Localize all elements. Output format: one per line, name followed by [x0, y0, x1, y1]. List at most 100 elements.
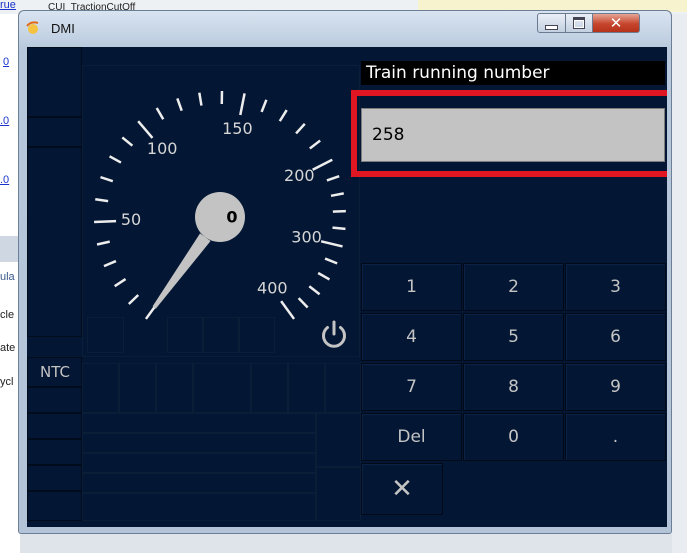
- speed-tick: [330, 192, 345, 198]
- train-running-number-label: Train running number: [361, 61, 665, 85]
- dmi-area-a1: [27, 47, 82, 117]
- speed-tick: [114, 277, 127, 288]
- speed-tick: [100, 175, 114, 183]
- keypad-key-0[interactable]: 0: [463, 413, 564, 461]
- keypad-key-8[interactable]: 8: [463, 363, 564, 411]
- maximize-icon: [573, 17, 585, 29]
- dmi-area-c2: [82, 363, 119, 413]
- keypad-key-dot[interactable]: .: [565, 413, 666, 461]
- speed-tick: [260, 99, 268, 113]
- keypad-key-2[interactable]: 2: [463, 263, 564, 311]
- background-link[interactable]: 0: [3, 56, 9, 68]
- text-message-row-1: [82, 413, 316, 433]
- dmi-area-e3: [27, 439, 82, 465]
- speed-tick: [309, 139, 321, 150]
- background-link[interactable]: .0: [0, 174, 9, 186]
- keypad-key-6[interactable]: 6: [565, 313, 666, 361]
- speed-label-200: 200: [284, 166, 315, 185]
- speed-tick: [312, 158, 333, 171]
- speed-label-150: 150: [222, 119, 253, 138]
- speed-label-100: 100: [147, 139, 178, 158]
- speed-tick: [308, 285, 321, 296]
- background-tab-label[interactable]: ula: [0, 271, 15, 283]
- keypad-key-1[interactable]: 1: [361, 263, 462, 311]
- app-icon: [26, 21, 39, 34]
- dmi-area-a3: [27, 147, 82, 337]
- background-app-left-panel: [0, 14, 20, 553]
- speed-tick: [280, 300, 296, 320]
- speed-tick: [278, 109, 288, 122]
- keypad-key-9[interactable]: 9: [565, 363, 666, 411]
- text-message-row-3: [82, 453, 316, 473]
- speed-tick: [108, 155, 122, 164]
- speed-tick: [137, 120, 154, 139]
- speed-needle: [152, 233, 211, 309]
- dmi-area-c4: [156, 363, 193, 413]
- speed-tick: [332, 209, 346, 213]
- dmi-area-c7: [288, 363, 325, 413]
- speed-tick: [324, 257, 338, 265]
- background-label: ycl: [0, 376, 14, 388]
- scroll-down-area[interactable]: [316, 467, 361, 521]
- speed-label-400: 400: [257, 279, 288, 298]
- speed-tick: [127, 294, 140, 305]
- background-label: cle: [0, 309, 15, 321]
- close-icon: ✕: [391, 474, 413, 504]
- speed-tick: [103, 259, 117, 268]
- close-icon: ✕: [609, 14, 623, 32]
- scroll-up-area[interactable]: [316, 413, 361, 467]
- speed-tick: [155, 107, 165, 120]
- close-window-button[interactable]: ✕: [361, 463, 443, 515]
- dmi-area-c6: [251, 363, 288, 413]
- text-message-row-4: [82, 473, 316, 493]
- speed-tick: [297, 297, 309, 309]
- power-icon[interactable]: [316, 316, 352, 352]
- speed-tick: [176, 98, 183, 112]
- dmi-area-e4: [27, 465, 82, 491]
- ntc-label: NTC: [40, 363, 70, 381]
- speed-tick: [95, 198, 109, 203]
- speed-tick: [326, 175, 340, 182]
- keypad-key-del[interactable]: Del: [361, 413, 462, 461]
- dmi-screen: NTC 50 100 150 200 300 400 0 Train runni…: [27, 47, 667, 527]
- dmi-window: DMI ✕ NTC 50 100 150 200 300 400 0 Train…: [18, 10, 672, 534]
- speed-tick: [96, 240, 110, 246]
- speed-tick: [121, 136, 134, 147]
- keypad-key-3[interactable]: 3: [565, 263, 666, 311]
- background-link[interactable]: .0: [0, 115, 9, 127]
- speed-tick: [320, 240, 343, 248]
- background-label: ate: [0, 342, 16, 354]
- dmi-area-c8: [325, 363, 361, 413]
- dmi-area-c3: [119, 363, 156, 413]
- window-title: DMI: [51, 21, 75, 36]
- background-link[interactable]: rue: [0, 0, 16, 11]
- speed-tick: [317, 271, 331, 281]
- current-speed-digital: 0: [226, 208, 237, 227]
- close-button[interactable]: ✕: [592, 13, 640, 33]
- speed-tick: [198, 92, 203, 106]
- dmi-area-e1: [27, 387, 82, 413]
- background-app-left-band: [0, 236, 20, 262]
- minimize-icon: [545, 24, 558, 30]
- dmi-area-e5: [27, 491, 82, 521]
- text-message-row-2: [82, 433, 316, 453]
- speed-tick: [239, 93, 246, 116]
- speed-tick: [94, 219, 117, 224]
- dmi-area-e2: [27, 413, 82, 439]
- speedometer-dial: 50 100 150 200 300 400 0: [94, 90, 346, 320]
- speedometer: 50 100 150 200 300 400 0: [82, 65, 362, 345]
- keypad-key-5[interactable]: 5: [463, 313, 564, 361]
- speed-label-50: 50: [121, 210, 141, 229]
- speed-tick: [332, 226, 346, 231]
- dmi-area-a2: [27, 117, 82, 147]
- speed-label-300: 300: [291, 227, 322, 246]
- maximize-button[interactable]: [565, 13, 593, 33]
- minimize-button[interactable]: [537, 13, 566, 33]
- train-running-number-field[interactable]: 258: [361, 108, 665, 162]
- dmi-area-c5: [193, 363, 251, 413]
- keypad-key-4[interactable]: 4: [361, 313, 462, 361]
- speed-tick: [295, 122, 306, 135]
- keypad-key-7[interactable]: 7: [361, 363, 462, 411]
- background-app-right-panel: [672, 14, 687, 553]
- text-message-row-5: [82, 493, 316, 521]
